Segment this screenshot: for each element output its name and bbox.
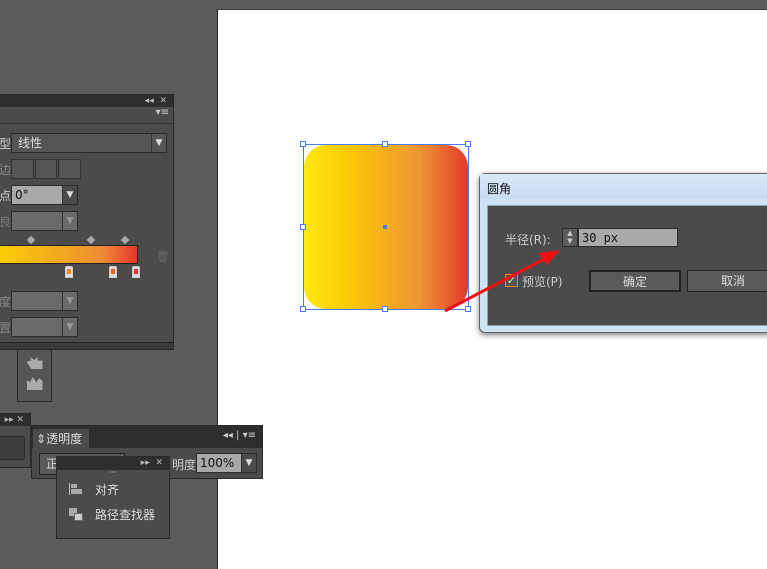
gradient-stop[interactable] [109,266,117,278]
panel-item-align[interactable]: 对齐 [57,478,169,500]
type-value: 线性 [18,136,43,150]
selection-handle[interactable] [465,141,471,147]
expand-icon[interactable]: ▸▸ ✕ [0,414,30,426]
gradient-stop[interactable] [65,266,73,278]
dialog-title: 圆角 [480,174,767,199]
align-label: 对齐 [95,482,120,497]
chevron-down-icon: ▼ [151,134,166,152]
stroke-along-button[interactable] [34,159,58,179]
panel-menu-icon[interactable]: ◂◂ | ▾≡ [223,430,256,441]
aspect-ratio-input[interactable]: ▼ [11,211,78,231]
angle-input[interactable]: 0° ▼ [11,185,78,205]
stroke-across-button[interactable] [58,159,82,179]
chevron-down-icon[interactable]: ▼ [62,186,77,204]
panel-resize-grip[interactable] [0,342,173,349]
chevron-down-icon: ▼ [62,292,77,310]
close-icon[interactable]: ✕ [159,96,167,106]
selection-handle[interactable] [300,141,306,147]
gradient-panel: ◂◂ ✕ ▾≡ 型: 线性 ▼ 边: 点 0° ▼ 良 ▼ 🗑 度: ▼ 置: ▼ [0,94,174,350]
align-icon [69,483,83,495]
opacity-input[interactable]: ▼ [11,291,78,311]
pathfinder-label: 路径查找器 [95,507,156,522]
cancel-button[interactable]: 取消 [687,270,767,292]
trash-icon[interactable]: 🗑 [156,250,170,263]
type-select[interactable]: 线性 ▼ [11,133,167,153]
panel-swatch[interactable] [0,436,25,460]
annotation-arrow [444,250,560,313]
opacity-input[interactable]: 100% ▼ [196,453,257,473]
midpoint-diamond[interactable] [120,235,130,245]
flare-icon[interactable] [26,357,43,369]
center-point [383,225,387,229]
gradient-stop[interactable] [132,266,140,278]
stroke-within-button[interactable] [11,159,34,179]
selection-handle[interactable] [382,141,388,147]
selection-handle[interactable] [300,306,306,312]
chevron-down-icon: ▼ [62,212,77,230]
floating-panel-group: ▸▸ ✕ ┅┅ 对齐 路径查找器 [56,456,170,539]
graph-icon[interactable] [26,377,43,390]
aspect-label: 良 [0,215,12,229]
tool-icon-strip [17,349,52,402]
opacity-value: 100% [200,456,235,470]
radius-input[interactable]: 30 px [578,228,678,247]
midpoint-diamond[interactable] [86,235,96,245]
location-input[interactable]: ▼ [11,317,78,337]
angle-label: 点 [0,189,12,203]
tab-label: 透明度 [46,432,83,446]
chevron-down-icon[interactable]: ▼ [241,454,256,472]
tab-transparency[interactable]: ⇕透明度 [33,429,89,448]
gradient-slider[interactable] [0,245,138,264]
expand-icon[interactable]: ▸▸ [141,458,150,468]
selection-handle[interactable] [382,306,388,312]
midpoint-diamond[interactable] [26,235,36,245]
selection-handle[interactable] [300,224,306,230]
ok-button[interactable]: 确定 [589,270,681,292]
collapsed-panel: ▸▸ ✕ [0,413,31,468]
panel-menu-icon[interactable]: ▾≡ [0,107,173,124]
radius-value: 30 px [582,231,619,245]
angle-value: 0° [15,188,29,202]
panel-item-pathfinder[interactable]: 路径查找器 [57,500,169,528]
collapse-icon[interactable]: ◂◂ [145,96,154,106]
close-icon[interactable]: ✕ [155,458,163,468]
stroke-gradient-buttons [11,159,82,179]
pathfinder-icon [69,507,83,521]
chevron-down-icon: ▼ [62,318,77,336]
panel-title-bar[interactable]: ◂◂ ✕ [0,95,173,107]
